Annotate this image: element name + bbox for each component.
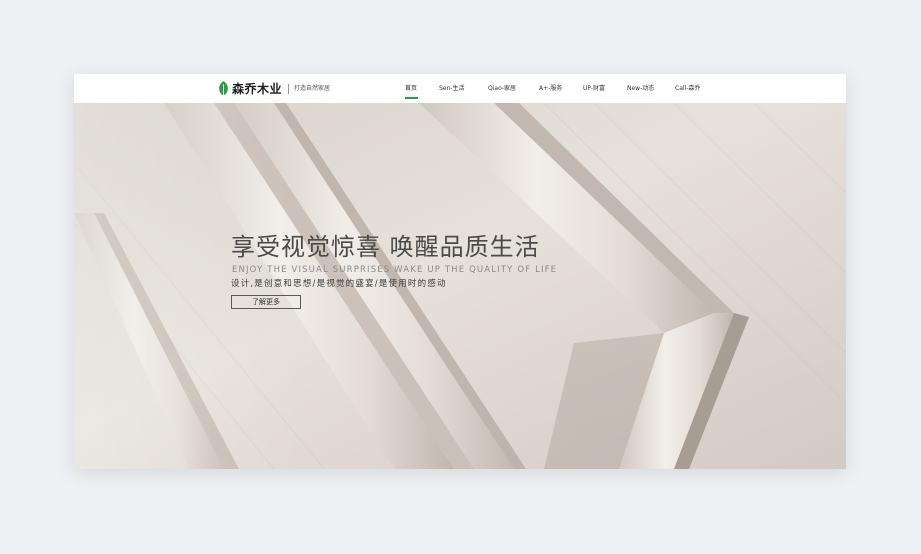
- nav-item-home[interactable]: 首页: [405, 85, 417, 93]
- hero-subtitle-en: ENJOY THE VISUAL SURPRISES WAKE UP THE Q…: [232, 265, 558, 275]
- nav-item-qiao-home[interactable]: Qiao-家居: [488, 85, 516, 93]
- hero-banner: 享受视觉惊喜 唤醒品质生活 ENJOY THE VISUAL SURPRISES…: [74, 103, 846, 469]
- site-header: 森乔木业 打造自然家居 首页 Sen-生活 Qiao-家居 A+-服务 UP-财…: [74, 74, 846, 103]
- brand-name: 森乔木业: [232, 82, 283, 96]
- brand-slogan: 打造自然家居: [294, 85, 331, 92]
- nav-item-sen-life[interactable]: Sen-生活: [439, 85, 464, 93]
- nav-item-wealth[interactable]: UP-财富: [583, 85, 605, 93]
- hero-description: 设计,是创意和思想/是视觉的盛宴/是使用时的感动: [231, 279, 447, 289]
- wood-panel-image: [74, 103, 846, 469]
- nav-item-service[interactable]: A+-服务: [539, 85, 562, 93]
- leaf-icon: [219, 81, 228, 97]
- nav-active-indicator: [405, 97, 418, 99]
- hero-title: 享受视觉惊喜 唤醒品质生活: [231, 233, 540, 261]
- learn-more-button[interactable]: 了解更多: [231, 295, 301, 309]
- brand-divider: [288, 84, 290, 94]
- nav-item-news[interactable]: New-动态: [627, 85, 654, 93]
- page-frame: 森乔木业 打造自然家居 首页 Sen-生活 Qiao-家居 A+-服务 UP-财…: [74, 74, 846, 469]
- brand-logo[interactable]: 森乔木业 打造自然家居: [218, 80, 330, 98]
- nav-item-contact[interactable]: Call-森乔: [675, 85, 700, 93]
